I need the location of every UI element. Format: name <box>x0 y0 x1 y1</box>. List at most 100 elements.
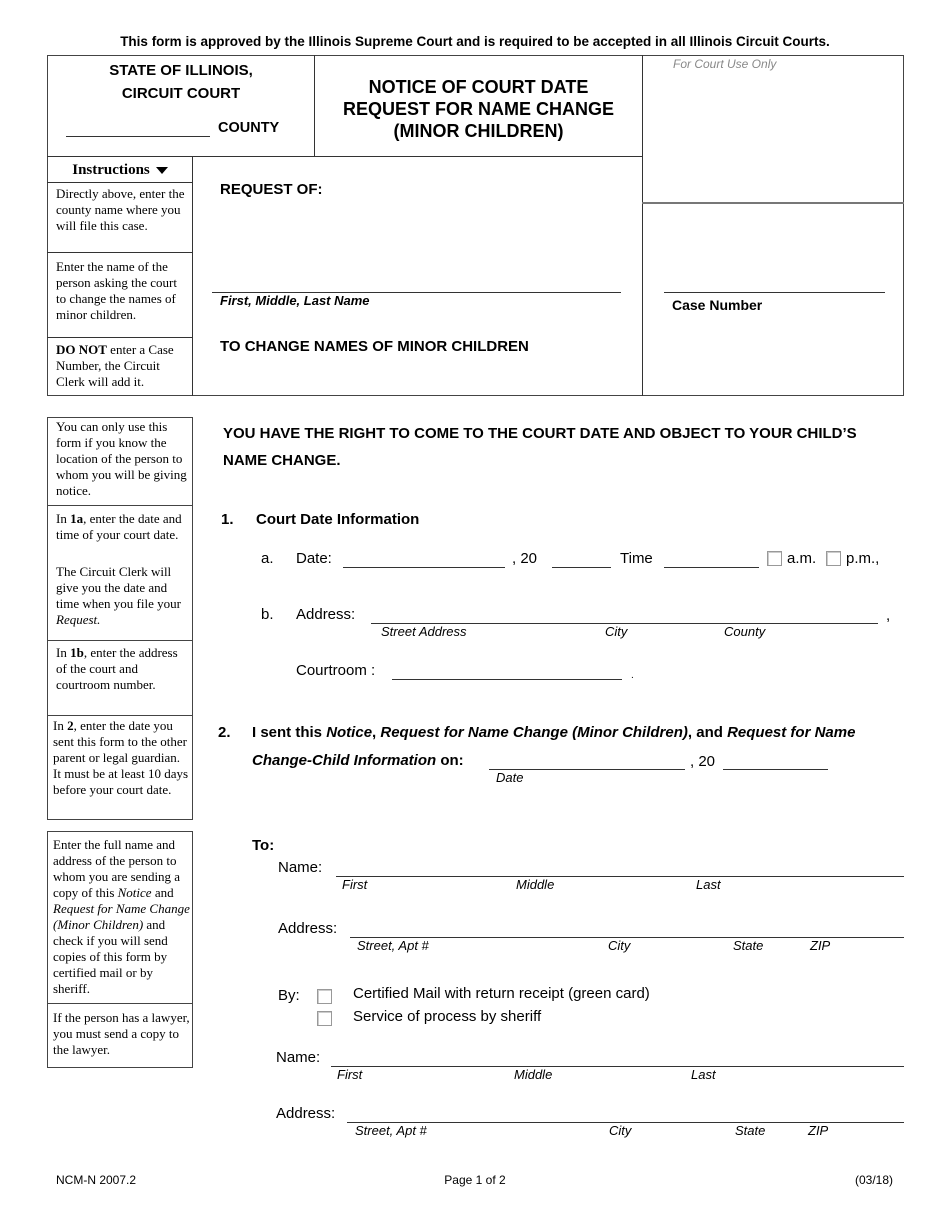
approval-notice: This form is approved by the Illinois Su… <box>120 34 830 49</box>
note-recipient: Enter the full name and address of the p… <box>53 837 191 997</box>
note-emphasis: Request for Name Change (Minor Children) <box>53 901 190 932</box>
divider <box>48 715 192 716</box>
note-ref: 1a <box>70 511 84 526</box>
section-1-number: 1. <box>221 511 234 528</box>
by-label: By: <box>278 987 300 1004</box>
divider <box>47 182 193 183</box>
case-number-input[interactable] <box>664 292 885 293</box>
note-1a: In 1a, enter the date and time of your c… <box>56 511 190 543</box>
case-number-label: Case Number <box>672 297 763 313</box>
sheriff-service-checkbox[interactable] <box>317 1011 332 1026</box>
note-text: and <box>151 885 174 900</box>
petitioner-name-caption: First, Middle, Last Name <box>220 293 370 308</box>
caret-down-icon <box>155 167 168 175</box>
instructions-heading: Instructions <box>48 162 192 179</box>
court-date-input[interactable] <box>343 567 505 568</box>
note-text: The Circuit Clerk will give you the date… <box>56 564 181 611</box>
instruction-name: Enter the name of the person asking the … <box>56 259 177 322</box>
caption-county: County <box>724 624 766 639</box>
sheriff-service-label: Service of process by sheriff <box>353 1008 542 1025</box>
caption-state: State <box>735 1123 766 1138</box>
caption-zip: ZIP <box>810 938 831 953</box>
time-label: Time <box>620 550 653 567</box>
note-location: You can only use this form if you know t… <box>56 419 187 498</box>
year-prefix: , 20 <box>512 550 538 567</box>
statement-doc-title: Change-Child Information <box>252 752 437 769</box>
date-label: Date: <box>296 550 332 567</box>
county-input[interactable] <box>66 136 210 137</box>
caption-city: City <box>605 624 628 639</box>
county-label: COUNTY <box>218 120 280 136</box>
statement-doc-title: Request for Name Change (Minor Children) <box>380 724 688 741</box>
note-text: In <box>56 645 71 660</box>
statement-text: I sent this <box>252 724 327 741</box>
state-label: STATE OF ILLINOIS, <box>109 62 253 79</box>
note-text: In <box>53 718 68 733</box>
courtroom-input[interactable] <box>392 679 622 680</box>
recipient-2-address-label: Address: <box>276 1105 336 1122</box>
recipient-name-input[interactable] <box>336 876 904 877</box>
instruction-county: Directly above, enter the county name wh… <box>56 186 185 233</box>
divider <box>48 640 192 641</box>
recipient-name-label: Name: <box>278 859 323 876</box>
page-number: Page 1 of 2 <box>444 1173 506 1187</box>
caption-middle: Middle <box>514 1067 553 1082</box>
instruction-case-number: DO NOT enter a Case Number, the Circuit … <box>56 342 190 390</box>
statement-text: on: <box>436 752 464 769</box>
note-1b: In 1b, enter the address of the court an… <box>56 645 190 693</box>
statement-doc-title: Notice <box>326 724 373 741</box>
caption-last: Last <box>696 877 721 892</box>
note-2: In 2, enter the date you sent this form … <box>53 718 190 798</box>
caption-state: State <box>733 938 764 953</box>
trailing-comma: , <box>886 607 891 624</box>
recipient-2-name-label: Name: <box>276 1049 321 1066</box>
am-label: a.m. <box>787 550 817 567</box>
divider <box>642 55 643 396</box>
rights-statement: YOU HAVE THE RIGHT TO COME TO THE COURT … <box>223 425 857 469</box>
divider <box>48 505 192 506</box>
sent-year-input[interactable] <box>723 769 828 770</box>
instructions-label: Instructions <box>72 162 150 178</box>
request-of-label: REQUEST OF: <box>220 181 323 198</box>
divider <box>47 337 193 338</box>
divider <box>192 156 193 396</box>
note-lawyer: If the person has a lawyer, you must sen… <box>53 1010 190 1057</box>
caption-date: Date <box>496 770 524 785</box>
note-emphasis: Request. <box>56 612 101 627</box>
form-title-line3: (MINOR CHILDREN) <box>393 121 564 141</box>
caption-first: First <box>337 1067 363 1082</box>
item-a-letter: a. <box>261 550 274 567</box>
note-1a-clerk: The Circuit Clerk will give you the date… <box>56 564 190 628</box>
divider <box>47 252 193 253</box>
form-title-line1: NOTICE OF COURT DATE <box>368 77 589 97</box>
certified-mail-label: Certified Mail with return receipt (gree… <box>353 985 650 1002</box>
circuit-court-label: CIRCUIT COURT <box>121 85 241 102</box>
caption-last: Last <box>691 1067 716 1082</box>
caption-street-apt: Street, Apt # <box>355 1123 427 1138</box>
change-names-label: TO CHANGE NAMES OF MINOR CHILDREN <box>220 338 529 355</box>
instruction-emphasis: DO NOT <box>56 342 107 357</box>
recipient-address-label: Address: <box>278 920 338 937</box>
section-2-number: 2. <box>218 724 231 741</box>
trailing-period: . <box>631 670 634 681</box>
sent-year-prefix: , 20 <box>690 753 716 770</box>
caption-zip: ZIP <box>808 1123 829 1138</box>
divider <box>48 1003 192 1004</box>
statement-text: , and <box>687 724 728 741</box>
court-year-input[interactable] <box>552 567 611 568</box>
section-2-statement-line1: I sent this Notice, Request for Name Cha… <box>252 724 855 741</box>
note-ref: 1b <box>70 645 84 660</box>
section-1-title: Court Date Information <box>256 511 420 528</box>
court-address-label: Address: <box>296 606 356 623</box>
pm-checkbox[interactable] <box>826 551 841 566</box>
note-emphasis: Notice <box>117 885 152 900</box>
divider <box>642 202 904 204</box>
divider <box>47 156 643 157</box>
revision-date: (03/18) <box>855 1173 894 1187</box>
courtroom-label: Courtroom : <box>296 662 376 679</box>
caption-middle: Middle <box>516 877 555 892</box>
recipient-2-name-input[interactable] <box>331 1066 904 1067</box>
certified-mail-checkbox[interactable] <box>317 989 332 1004</box>
am-checkbox[interactable] <box>767 551 782 566</box>
court-time-input[interactable] <box>664 567 759 568</box>
